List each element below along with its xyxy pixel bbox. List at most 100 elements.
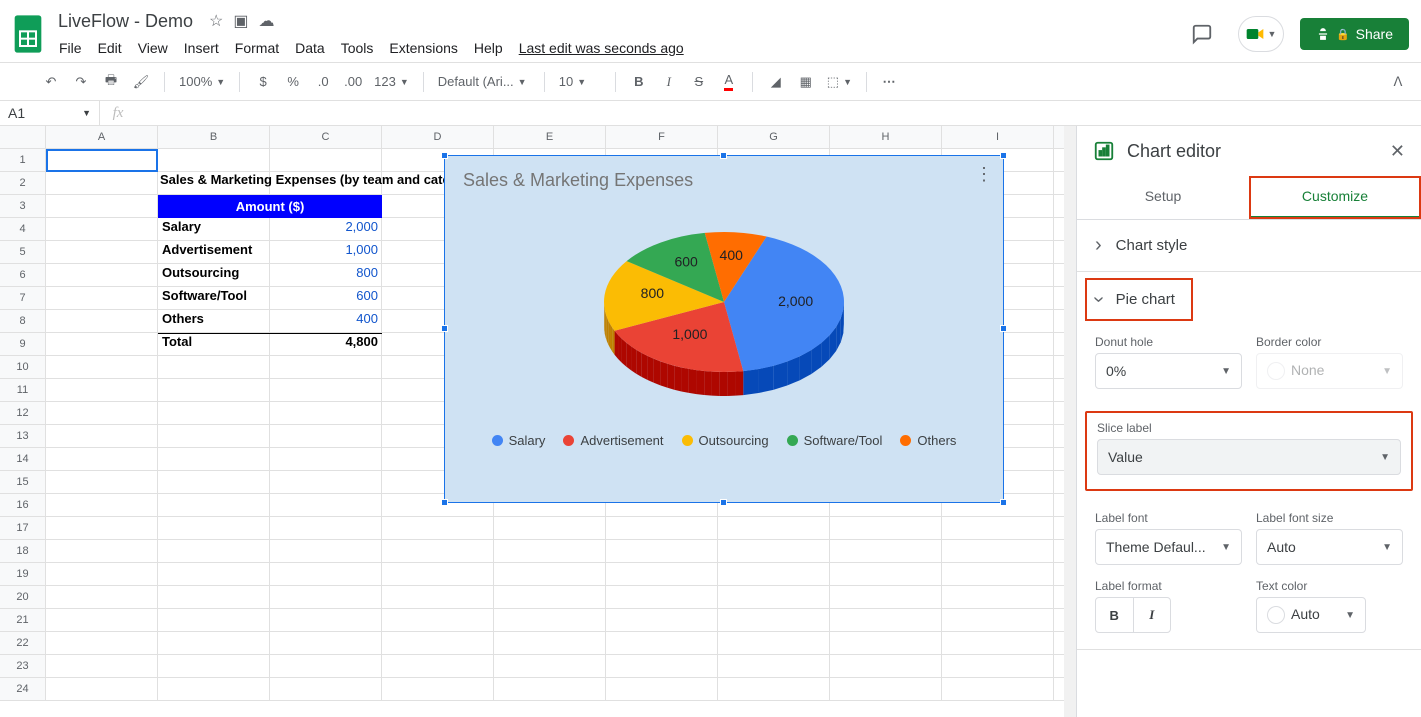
more-toolbar-icon[interactable]: ⋯	[877, 69, 903, 95]
close-icon[interactable]: ✕	[1390, 141, 1405, 162]
menu-help[interactable]: Help	[467, 36, 510, 60]
row-header[interactable]: 12	[0, 402, 46, 424]
row-header[interactable]: 22	[0, 632, 46, 654]
comments-icon[interactable]	[1182, 14, 1222, 54]
bold-icon[interactable]: B	[626, 69, 652, 95]
resize-handle[interactable]	[441, 499, 448, 506]
row-header[interactable]: 21	[0, 609, 46, 631]
sheets-logo[interactable]	[8, 14, 48, 54]
chart-object[interactable]: ⋮ Sales & Marketing Expenses 2,0001,0008…	[444, 155, 1004, 503]
chart-menu-icon[interactable]: ⋮	[975, 164, 993, 185]
last-edit-link[interactable]: Last edit was seconds ago	[512, 36, 691, 60]
row-header[interactable]: 16	[0, 494, 46, 516]
row-header[interactable]: 4	[0, 218, 46, 240]
resize-handle[interactable]	[441, 152, 448, 159]
row-header[interactable]: 6	[0, 264, 46, 286]
col-header[interactable]: H	[830, 126, 942, 148]
zoom-dropdown[interactable]: 100%▼	[175, 74, 229, 89]
resize-handle[interactable]	[1000, 325, 1007, 332]
row-header[interactable]: 23	[0, 655, 46, 677]
borders-icon[interactable]: ▦	[793, 69, 819, 95]
collapse-toolbar-icon[interactable]: ᐱ	[1385, 69, 1411, 95]
name-box[interactable]: A1▼	[0, 101, 100, 125]
section-pie-chart[interactable]: › Pie chart	[1085, 278, 1193, 321]
section-chart-style[interactable]: › Chart style	[1077, 220, 1421, 271]
more-formats-dropdown[interactable]: 123▼	[370, 74, 413, 89]
resize-handle[interactable]	[1000, 499, 1007, 506]
select-all-corner[interactable]	[0, 126, 46, 148]
col-header[interactable]: A	[46, 126, 158, 148]
undo-icon[interactable]: ↶	[38, 69, 64, 95]
doc-title[interactable]: LiveFlow - Demo	[52, 9, 199, 34]
menu-format[interactable]: Format	[228, 36, 286, 60]
row-header[interactable]: 15	[0, 471, 46, 493]
text-color-icon[interactable]: A	[716, 69, 742, 95]
cloud-icon[interactable]: ☁	[259, 11, 275, 31]
row-header[interactable]: 11	[0, 379, 46, 401]
italic-button[interactable]: I	[1134, 598, 1171, 632]
spreadsheet-grid[interactable]: A B C D E F G H I 1234567891011121314151…	[0, 126, 1076, 717]
share-button[interactable]: 🔒 Share	[1300, 18, 1409, 50]
row-header[interactable]: 7	[0, 287, 46, 309]
label-size-select[interactable]: Auto▼	[1256, 529, 1403, 565]
border-color-select[interactable]: None▼	[1256, 353, 1403, 389]
fill-color-icon[interactable]: ◢	[763, 69, 789, 95]
text-color-select[interactable]: Auto▼	[1256, 597, 1366, 633]
row-header[interactable]: 13	[0, 425, 46, 447]
row-header[interactable]: 19	[0, 563, 46, 585]
resize-handle[interactable]	[1000, 152, 1007, 159]
row-header[interactable]: 24	[0, 678, 46, 700]
col-header[interactable]: F	[606, 126, 718, 148]
strikethrough-icon[interactable]: S	[686, 69, 712, 95]
col-header[interactable]: G	[718, 126, 830, 148]
font-size-dropdown[interactable]: 10▼	[555, 74, 605, 89]
row-header[interactable]: 2	[0, 172, 46, 194]
row-header[interactable]: 20	[0, 586, 46, 608]
currency-icon[interactable]: $	[250, 69, 276, 95]
percent-icon[interactable]: %	[280, 69, 306, 95]
italic-icon[interactable]: I	[656, 69, 682, 95]
row-header[interactable]: 8	[0, 310, 46, 332]
row-header[interactable]: 17	[0, 517, 46, 539]
row-header[interactable]: 3	[0, 195, 46, 217]
col-header[interactable]: D	[382, 126, 494, 148]
row-header[interactable]: 18	[0, 540, 46, 562]
row-header[interactable]: 14	[0, 448, 46, 470]
paint-format-icon[interactable]: 🖌	[128, 69, 154, 95]
menu-insert[interactable]: Insert	[177, 36, 226, 60]
col-header[interactable]: C	[270, 126, 382, 148]
star-icon[interactable]: ☆	[209, 11, 223, 31]
increase-decimal-icon[interactable]: .00	[340, 69, 366, 95]
menu-file[interactable]: File	[52, 36, 89, 60]
label-format-buttons[interactable]: B I	[1095, 597, 1171, 633]
menu-extensions[interactable]: Extensions	[382, 36, 464, 60]
bold-button[interactable]: B	[1096, 598, 1134, 632]
menu-edit[interactable]: Edit	[91, 36, 129, 60]
merge-dropdown[interactable]: ⬚▼	[823, 74, 856, 90]
resize-handle[interactable]	[720, 499, 727, 506]
menu-data[interactable]: Data	[288, 36, 332, 60]
meet-button[interactable]: ▼	[1238, 16, 1284, 52]
slice-label-select[interactable]: Value▼	[1097, 439, 1401, 475]
label-font-select[interactable]: Theme Defaul...▼	[1095, 529, 1242, 565]
row-header[interactable]: 5	[0, 241, 46, 263]
print-icon[interactable]: 🖶	[98, 69, 124, 95]
col-header[interactable]: E	[494, 126, 606, 148]
move-icon[interactable]: ▣	[233, 11, 248, 31]
menu-view[interactable]: View	[131, 36, 175, 60]
decrease-decimal-icon[interactable]: .0	[310, 69, 336, 95]
font-dropdown[interactable]: Default (Ari...▼	[434, 74, 534, 89]
resize-handle[interactable]	[441, 325, 448, 332]
redo-icon[interactable]: ↷	[68, 69, 94, 95]
row-header[interactable]: 9	[0, 333, 46, 355]
scrollbar[interactable]	[1064, 126, 1076, 717]
col-header[interactable]: B	[158, 126, 270, 148]
tab-setup[interactable]: Setup	[1077, 176, 1249, 219]
menu-tools[interactable]: Tools	[334, 36, 381, 60]
resize-handle[interactable]	[720, 152, 727, 159]
row-header[interactable]: 1	[0, 149, 46, 171]
tab-customize[interactable]: Customize	[1249, 176, 1421, 219]
donut-hole-select[interactable]: 0%▼	[1095, 353, 1242, 389]
row-header[interactable]: 10	[0, 356, 46, 378]
col-header[interactable]: I	[942, 126, 1054, 148]
